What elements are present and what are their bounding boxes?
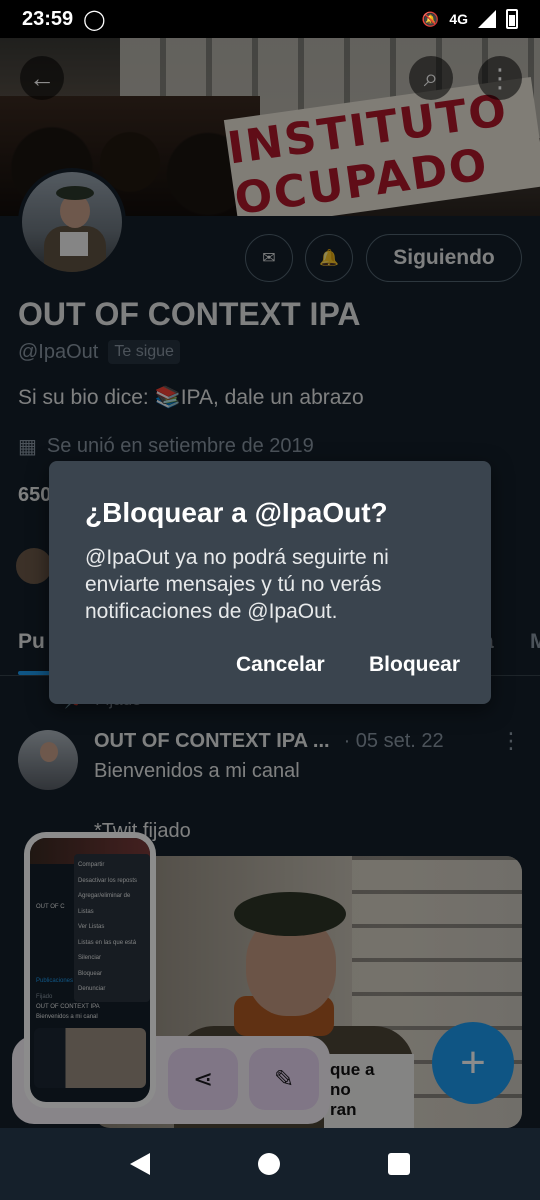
screenshot-preview[interactable]: OUT OF C Publicaciones Fijado OUT OF CON…: [24, 832, 156, 1108]
back-arrow-icon: ←: [29, 62, 55, 93]
tweet-text: Bienvenidos a mi canal: [94, 760, 300, 782]
dialog-title: ¿Bloquear a @IpaOut?: [85, 497, 388, 528]
nav-back-icon[interactable]: [130, 1153, 150, 1175]
tweet-avatar[interactable]: [18, 730, 78, 790]
calendar-icon: ▦: [18, 436, 37, 458]
follows-you-badge: Te sigue: [108, 340, 180, 364]
message-button[interactable]: ✉: [245, 234, 293, 282]
mail-icon: ✉: [262, 250, 276, 267]
tweet-author[interactable]: OUT OF CONTEXT IPA ...: [94, 730, 330, 753]
edit-screenshot-button[interactable]: ✎: [249, 1048, 319, 1110]
status-time: 23:59: [22, 7, 74, 30]
back-button[interactable]: ←: [20, 56, 64, 100]
mini-menu-item: Agregar/eliminar de Listas: [78, 893, 131, 915]
image-cap: [234, 892, 346, 936]
whatsapp-icon: ◯: [83, 8, 106, 31]
tab-posts[interactable]: Pu: [18, 630, 45, 654]
mini-menu-item: Denunciar: [78, 986, 106, 992]
image-sign: que a no ran: [324, 1054, 414, 1128]
mini-pinned: Fijado: [36, 994, 53, 1000]
bell-plus-icon: 🔔: [319, 250, 339, 267]
system-nav-bar: [0, 1128, 540, 1200]
block-dialog: ¿Bloquear a @IpaOut? @IpaOut ya no podrá…: [49, 461, 491, 704]
avatar-cap: [56, 186, 94, 200]
plus-icon: +: [460, 1038, 486, 1087]
mini-tab: Publicaciones: [36, 978, 74, 984]
avatar-sign: [60, 232, 88, 256]
mini-menu-item: Ver Listas: [78, 924, 105, 930]
network-label: 4G: [449, 11, 468, 27]
mini-tweet-image: [34, 1028, 146, 1088]
following-button[interactable]: Siguiendo: [366, 234, 522, 282]
screenshot-thumbnail: OUT OF C Publicaciones Fijado OUT OF CON…: [30, 838, 150, 1102]
cancel-button[interactable]: Cancelar: [236, 653, 325, 677]
mini-tweet-author: OUT OF CONTEXT IPA: [36, 1004, 100, 1010]
profile-name: OUT OF CONTEXT IPA: [18, 296, 361, 332]
tweet-date: · 05 set. 22: [343, 729, 444, 752]
block-button[interactable]: Bloquear: [369, 653, 460, 677]
share-screenshot-button[interactable]: ⋖: [168, 1048, 238, 1110]
mute-icon: 🔕: [421, 10, 440, 27]
nav-recents-icon[interactable]: [388, 1153, 410, 1175]
more-vertical-icon: ⋮: [487, 62, 513, 93]
compose-fab[interactable]: +: [432, 1022, 514, 1104]
nav-home-icon[interactable]: [258, 1153, 280, 1175]
mini-tweet-text: Bienvenidos a mi canal: [36, 1014, 98, 1020]
mini-menu-item: Bloquear: [78, 970, 103, 977]
more-options-button[interactable]: ⋮: [478, 56, 522, 100]
joined-text: Se unió en setiembre de 2019: [46, 435, 314, 457]
followers-avatar[interactable]: [14, 546, 54, 586]
mini-menu-item: Silenciar: [78, 955, 102, 961]
search-icon: ⌕: [423, 62, 439, 92]
tweet-more-icon[interactable]: ⋮: [500, 728, 522, 754]
tweet-header: OUT OF CONTEXT IPA ... · 05 set. 22 ⋮: [94, 728, 522, 754]
joined-date: ▦ Se unió en setiembre de 2019: [18, 434, 522, 459]
pencil-icon: ✎: [273, 1065, 295, 1093]
tab-likes[interactable]: M: [530, 630, 540, 654]
search-button[interactable]: ⌕: [409, 56, 453, 100]
mini-overflow-menu: Compartir Desactivar los reposts Agregar…: [74, 854, 150, 1002]
share-icon: ⋖: [192, 1065, 214, 1093]
profile-bio: Si su bio dice: 📚IPA, dale un abrazo: [18, 386, 364, 409]
status-icons: 🔕 4G: [422, 9, 518, 29]
avatar[interactable]: [18, 168, 126, 276]
mini-profile-name: OUT OF C: [36, 904, 65, 910]
notifications-button[interactable]: 🔔: [305, 234, 353, 282]
mini-menu-item: Listas en las que está: [78, 939, 137, 946]
handle-row: @IpaOut Te sigue: [18, 340, 522, 364]
battery-icon: [506, 9, 518, 29]
dialog-body: @IpaOut ya no podrá seguirte ni enviarte…: [85, 546, 389, 623]
mini-menu-item: Desactivar los reposts: [78, 877, 138, 884]
status-bar: 23:59 ◯ 🔕 4G: [0, 0, 540, 38]
mini-menu-item: Compartir: [78, 862, 105, 868]
profile-handle: @IpaOut: [18, 340, 99, 363]
signal-icon: [478, 10, 496, 28]
